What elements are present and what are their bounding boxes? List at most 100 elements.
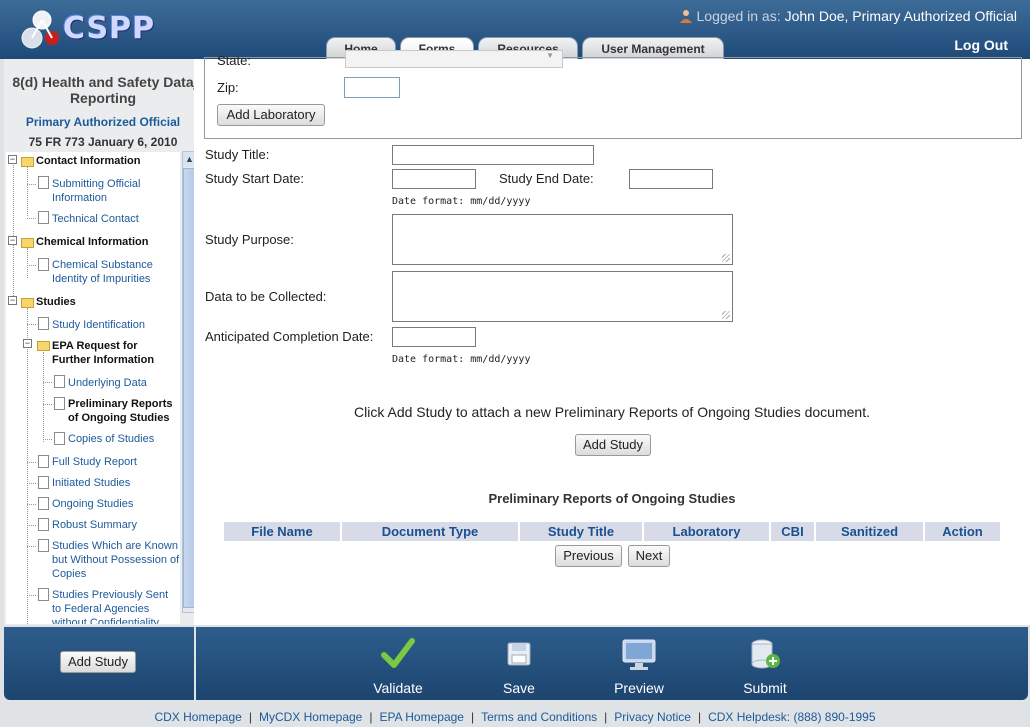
table-header: File Name Document Type Study Title Labo… xyxy=(224,522,1002,541)
tree-item-chemical-substance[interactable]: Chemical Substance Identity of Impuritie… xyxy=(52,258,178,286)
submit-button[interactable]: Submit xyxy=(725,637,805,696)
preview-button[interactable]: Preview xyxy=(599,637,679,696)
data-to-be-collected-label: Data to be Collected: xyxy=(205,289,327,304)
tree-item-submitting-official[interactable]: Submitting Official Information xyxy=(52,177,178,205)
zip-label: Zip: xyxy=(217,80,239,95)
footer-separator: | xyxy=(697,710,702,724)
sidebar-role: Primary Authorized Official xyxy=(25,115,181,129)
column-header-laboratory[interactable]: Laboratory xyxy=(644,522,769,541)
data-to-be-collected-textarea[interactable] xyxy=(392,271,733,322)
study-purpose-textarea[interactable] xyxy=(392,214,733,265)
document-icon xyxy=(38,518,49,531)
collapse-toggle-icon[interactable]: − xyxy=(8,236,17,245)
date-format-hint: Date format: mm/dd/yyyy xyxy=(392,354,531,365)
state-label: State: xyxy=(217,53,251,68)
column-header-study-title[interactable]: Study Title xyxy=(520,522,642,541)
sidebar: 8(d) Health and Safety Data Reporting Pr… xyxy=(4,59,199,625)
footer-separator: | xyxy=(604,710,608,724)
tree-item-study-identification[interactable]: Study Identification xyxy=(52,318,178,332)
add-laboratory-button[interactable]: Add Laboratory xyxy=(217,104,325,126)
tree-item-technical-contact[interactable]: Technical Contact xyxy=(52,212,178,226)
table-title: Preliminary Reports of Ongoing Studies xyxy=(488,491,736,506)
document-icon xyxy=(38,455,49,468)
tree-folder-studies[interactable]: Studies xyxy=(36,295,176,309)
date-format-hint: Date format: mm/dd/yyyy xyxy=(392,196,531,207)
monitor-icon xyxy=(622,639,656,670)
anticipated-completion-date-input[interactable] xyxy=(392,327,476,347)
document-icon xyxy=(38,539,49,552)
sidebar-title: 8(d) Health and Safety Data Reporting xyxy=(12,74,194,106)
tree-item-preliminary-reports[interactable]: Preliminary Reports of Ongoing Studies xyxy=(68,397,180,425)
study-title-input[interactable] xyxy=(392,145,594,165)
save-label: Save xyxy=(503,680,535,696)
tree-item-underlying-data[interactable]: Underlying Data xyxy=(68,376,180,390)
tree-item-studies-previously-sent[interactable]: Studies Previously Sent to Federal Agenc… xyxy=(52,588,180,624)
tree-folder-chemical-information[interactable]: Chemical Information xyxy=(36,235,176,249)
study-start-date-label: Study Start Date: xyxy=(205,171,304,186)
submit-label: Submit xyxy=(743,680,787,696)
footer-link-epa-homepage[interactable]: EPA Homepage xyxy=(379,710,464,724)
footer-link-cdx-homepage[interactable]: CDX Homepage xyxy=(154,710,241,724)
zip-input[interactable] xyxy=(344,77,400,98)
study-end-date-input[interactable] xyxy=(629,169,713,189)
document-icon xyxy=(54,375,65,388)
document-icon xyxy=(38,497,49,510)
collapse-toggle-icon[interactable]: − xyxy=(23,339,32,348)
study-end-date-label: Study End Date: xyxy=(499,171,594,186)
tree-item-ongoing-studies[interactable]: Ongoing Studies xyxy=(52,497,178,511)
validate-label: Validate xyxy=(373,680,423,696)
user-name: John Doe, Primary Authorized Official xyxy=(784,8,1017,24)
save-button[interactable]: Save xyxy=(479,637,559,696)
add-study-button[interactable]: Add Study xyxy=(575,434,651,456)
study-start-date-input[interactable] xyxy=(392,169,476,189)
database-submit-icon xyxy=(751,639,780,669)
column-header-sanitized[interactable]: Sanitized xyxy=(816,522,923,541)
column-header-file-name[interactable]: File Name xyxy=(224,522,340,541)
tree-item-robust-summary[interactable]: Robust Summary xyxy=(52,518,178,532)
footer-separator: | xyxy=(248,710,252,724)
document-icon xyxy=(54,432,65,445)
column-header-document-type[interactable]: Document Type xyxy=(342,522,518,541)
tree-item-studies-known[interactable]: Studies Which are Known but Without Poss… xyxy=(52,539,180,581)
collapse-toggle-icon[interactable]: − xyxy=(8,155,17,164)
resize-grip-icon[interactable] xyxy=(722,254,730,262)
sidebar-add-study-button[interactable]: Add Study xyxy=(60,651,136,673)
resize-grip-icon[interactable] xyxy=(722,311,730,319)
tree-item-initiated-studies[interactable]: Initiated Studies xyxy=(52,476,178,490)
validate-button[interactable]: Validate xyxy=(358,637,438,696)
column-header-action[interactable]: Action xyxy=(925,522,1000,541)
preview-label: Preview xyxy=(614,680,664,696)
tree-item-copies-of-studies[interactable]: Copies of Studies xyxy=(68,432,180,446)
footer: CDX Homepage | MyCDX Homepage | EPA Homepage… xyxy=(0,710,1030,724)
next-button[interactable]: Next xyxy=(628,545,670,567)
footer-link-terms[interactable]: Terms and Conditions xyxy=(481,710,597,724)
collapse-toggle-icon[interactable]: − xyxy=(8,296,17,305)
app-name: CSPP xyxy=(63,11,156,46)
tree-item-full-study-report[interactable]: Full Study Report xyxy=(52,455,178,469)
checkmark-icon xyxy=(381,638,415,668)
document-icon xyxy=(38,176,49,189)
logged-in-status: Logged in as: John Doe, Primary Authoriz… xyxy=(679,8,1017,24)
folder-icon xyxy=(21,157,34,167)
state-select[interactable]: ▼ xyxy=(345,50,563,68)
footer-link-mycdx-homepage[interactable]: MyCDX Homepage xyxy=(259,710,362,724)
document-icon xyxy=(38,258,49,271)
study-purpose-label: Study Purpose: xyxy=(205,232,294,247)
tree-folder-epa-request[interactable]: EPA Request for Further Information xyxy=(52,339,178,367)
footer-link-helpdesk[interactable]: CDX Helpdesk: (888) 890-1995 xyxy=(708,710,875,724)
add-study-instruction: Click Add Study to attach a new Prelimin… xyxy=(354,404,870,420)
tree-folder-contact-information[interactable]: Contact Information xyxy=(36,154,176,168)
footer-separator: | xyxy=(369,710,373,724)
logout-link[interactable]: Log Out xyxy=(954,37,1008,53)
main-form-area: State: ▼ Zip: Add Laboratory Study Title… xyxy=(194,50,1030,625)
logged-in-label: Logged in as: xyxy=(696,8,781,24)
column-header-cbi[interactable]: CBI xyxy=(771,522,814,541)
footer-link-privacy[interactable]: Privacy Notice xyxy=(614,710,691,724)
document-icon xyxy=(38,588,49,601)
anticipated-completion-date-label: Anticipated Completion Date: xyxy=(205,329,374,344)
document-icon xyxy=(54,397,65,410)
tab-user-management[interactable]: User Management xyxy=(582,37,724,59)
form-action-bar: Validate Save Preview Submit xyxy=(196,627,1028,700)
sidebar-fr-notice: 75 FR 773 January 6, 2010 xyxy=(28,135,178,149)
previous-button[interactable]: Previous xyxy=(555,545,622,567)
